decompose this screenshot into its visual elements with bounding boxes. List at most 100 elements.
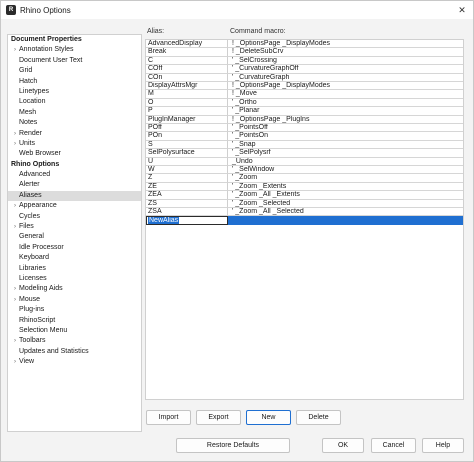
alias-row[interactable]: COff ' _CurvatureGraphOff <box>146 65 463 74</box>
alias-row[interactable]: POff ' _PointsOff <box>146 124 463 133</box>
alias-row[interactable]: ZE ' _Zoom _Extents <box>146 182 463 192</box>
tree-item[interactable]: Libraries <box>8 264 141 274</box>
tree-item[interactable]: Plug-ins <box>8 305 141 315</box>
macro-cell[interactable]: ' _CurvatureGraph <box>228 74 463 82</box>
macro-cell[interactable]: ! _DeleteSubCrv <box>228 48 463 57</box>
alias-row[interactable]: P ' _Planar <box>146 107 463 116</box>
new-macro-cell[interactable] <box>228 216 463 225</box>
tree-item[interactable]: Idle Processor <box>8 243 141 253</box>
alias-row[interactable]: U _Undo <box>146 157 463 166</box>
alias-cell[interactable]: ZE <box>146 182 228 192</box>
ok-button[interactable]: OK <box>322 438 364 453</box>
alias-row[interactable]: ZEA ' _Zoom _All _Extents <box>146 191 463 200</box>
tree-item[interactable]: Linetypes <box>8 87 141 97</box>
tree-item[interactable]: Cycles <box>8 212 141 222</box>
alias-cell[interactable]: P <box>146 107 228 116</box>
macro-cell[interactable]: ' _PointsOn <box>228 132 463 141</box>
tree-item[interactable]: › Toolbars <box>8 336 141 346</box>
macro-cell[interactable]: ' _Zoom _All _Extents <box>228 191 463 200</box>
alias-cell[interactable]: AdvancedDisplay <box>146 40 228 49</box>
alias-cell[interactable]: S <box>146 140 228 150</box>
tree-item[interactable]: › Files <box>8 222 141 232</box>
tree-item[interactable]: General <box>8 232 141 242</box>
alias-cell[interactable]: C <box>146 56 228 66</box>
chevron-right-icon[interactable]: › <box>11 139 19 149</box>
macro-cell[interactable]: ' _PointsOff <box>228 124 463 133</box>
alias-cell[interactable]: ZEA <box>146 191 228 200</box>
chevron-right-icon[interactable]: › <box>11 336 19 346</box>
alias-row[interactable]: W ' _SelWindow <box>146 166 463 175</box>
tree-item[interactable]: › Mouse <box>8 295 141 305</box>
alias-row[interactable]: M! _Move <box>146 90 463 99</box>
macro-cell[interactable]: ' _Ortho <box>228 99 463 108</box>
alias-cell[interactable]: COn <box>146 73 228 82</box>
alias-row[interactable]: ZSA ' _Zoom _All _Selected <box>146 208 463 217</box>
alias-cell[interactable]: DisplayAttrsMgr <box>146 82 228 91</box>
tree-item[interactable]: Updates and Statistics <box>8 347 141 357</box>
tree-item[interactable]: Hatch <box>8 77 141 87</box>
tree-item[interactable]: Keyboard <box>8 253 141 263</box>
tree-item[interactable]: › Modeling Aids <box>8 284 141 294</box>
cancel-button[interactable]: Cancel <box>371 438 416 453</box>
tree-item[interactable]: RhinoScript <box>8 316 141 326</box>
tree-item[interactable]: › Appearance <box>8 201 141 211</box>
delete-button[interactable]: Delete <box>296 410 341 425</box>
tree-item[interactable]: Licenses <box>8 274 141 284</box>
macro-cell[interactable]: ! _OptionsPage _PlugIns <box>228 116 463 124</box>
chevron-right-icon[interactable]: › <box>11 295 19 305</box>
alias-row[interactable]: PlugInManager! _OptionsPage _PlugIns <box>146 115 463 124</box>
tree-item[interactable]: Alerter <box>8 180 141 190</box>
alias-cell[interactable]: POn <box>146 132 228 141</box>
macro-cell[interactable]: _Undo <box>228 158 463 166</box>
alias-table[interactable]: AdvancedDisplay! _OptionsPage _DisplayMo… <box>145 39 464 400</box>
alias-row[interactable]: S ' _Snap <box>146 140 463 150</box>
alias-cell[interactable]: PlugInManager <box>146 115 228 124</box>
tree-item[interactable]: Mesh <box>8 108 141 118</box>
chevron-right-icon[interactable]: › <box>11 201 19 211</box>
tree-item[interactable]: Advanced <box>8 170 141 180</box>
macro-cell[interactable]: ' _Zoom <box>228 174 463 183</box>
tree-item[interactable]: Aliases <box>8 190 141 202</box>
macro-cell[interactable]: ' _SelPolysrf <box>228 149 463 158</box>
macro-cell[interactable]: ' _Zoom _All _Selected <box>228 208 463 217</box>
alias-row[interactable]: COn ' _CurvatureGraph <box>146 73 463 82</box>
macro-cell[interactable]: ' _CurvatureGraphOff <box>228 65 463 74</box>
tree-item[interactable]: › Annotation Styles <box>8 45 141 55</box>
alias-cell[interactable]: Break <box>146 48 228 57</box>
tree-item[interactable]: › View <box>8 357 141 367</box>
alias-row[interactable]: Break! _DeleteSubCrv <box>146 48 463 57</box>
tree-item[interactable]: › Render <box>8 129 141 139</box>
alias-cell[interactable]: W <box>146 166 228 175</box>
tree-item[interactable]: Notes <box>8 118 141 128</box>
alias-row[interactable]: Z ' _Zoom <box>146 174 463 183</box>
alias-cell[interactable]: M <box>146 90 228 99</box>
new-alias-input[interactable]: NewAlias <box>146 216 228 225</box>
options-tree[interactable]: Document Properties › Annotation Styles Doc… <box>7 34 142 432</box>
chevron-right-icon[interactable]: › <box>11 222 19 232</box>
tree-item[interactable]: › Units <box>8 139 141 149</box>
alias-cell[interactable]: ZSA <box>146 208 228 217</box>
alias-cell[interactable]: ZS <box>146 199 228 208</box>
export-button[interactable]: Export <box>196 410 241 425</box>
macro-cell[interactable]: ' _SelWindow <box>228 166 463 175</box>
macro-cell[interactable]: ! _Move <box>228 90 463 99</box>
alias-cell[interactable]: U <box>146 157 228 166</box>
macro-cell[interactable]: ' _Planar <box>228 107 463 116</box>
restore-defaults-button[interactable]: Restore Defaults <box>176 438 290 453</box>
alias-row[interactable]: ZS ' _Zoom _Selected <box>146 199 463 208</box>
tree-section-header[interactable]: Document Properties <box>8 35 141 45</box>
alias-row[interactable]: O ' _Ortho <box>146 98 463 108</box>
chevron-right-icon[interactable]: › <box>11 357 19 367</box>
tree-section-header[interactable]: Rhino Options <box>8 160 141 170</box>
new-button[interactable]: New <box>246 410 291 425</box>
tree-item[interactable]: Document User Text <box>8 56 141 66</box>
macro-cell[interactable]: ' _Snap <box>228 141 463 150</box>
tree-item[interactable]: Web Browser <box>8 149 141 159</box>
alias-cell[interactable]: COff <box>146 65 228 74</box>
alias-row[interactable]: POn ' _PointsOn <box>146 132 463 141</box>
tree-item[interactable]: Grid <box>8 66 141 76</box>
alias-row[interactable]: SelPolysurface ' _SelPolysrf <box>146 149 463 158</box>
chevron-right-icon[interactable]: › <box>11 129 19 139</box>
alias-cell[interactable]: SelPolysurface <box>146 149 228 158</box>
macro-cell[interactable]: ' _Zoom _Extents <box>228 183 463 192</box>
